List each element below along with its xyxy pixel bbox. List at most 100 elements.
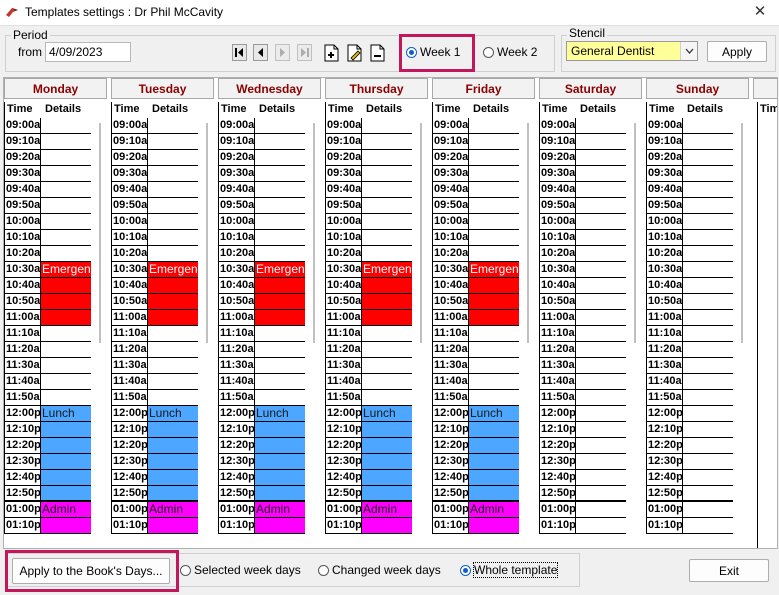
time-slot[interactable]: 12:20p	[647, 438, 733, 454]
time-slot[interactable]: 12:10p	[433, 422, 519, 438]
time-slot[interactable]: 10:50a	[540, 294, 626, 310]
time-slot[interactable]: 09:50a	[326, 198, 412, 214]
time-slot[interactable]: 09:40a	[219, 182, 305, 198]
time-slot[interactable]: 09:00a	[5, 118, 91, 134]
time-slot[interactable]: 10:30aEmergency	[112, 262, 198, 278]
first-week-button[interactable]	[232, 44, 247, 61]
time-slot[interactable]: 11:00a	[326, 310, 412, 326]
time-slot[interactable]: 10:40a	[326, 278, 412, 294]
time-slot[interactable]: 09:50a	[5, 198, 91, 214]
chevron-down-icon[interactable]	[680, 42, 697, 60]
time-slot[interactable]: 09:10a	[112, 134, 198, 150]
time-slot[interactable]: 11:50a	[219, 390, 305, 406]
time-slot[interactable]: 10:10a	[433, 230, 519, 246]
time-slot[interactable]: 09:00a	[112, 118, 198, 134]
time-slot[interactable]: 12:40p	[112, 470, 198, 486]
remove-template-button[interactable]	[368, 44, 386, 62]
close-icon[interactable]: ✕	[749, 2, 771, 22]
time-slot[interactable]: 10:20a	[326, 246, 412, 262]
time-slot[interactable]: 12:40p	[540, 470, 626, 486]
whole-template-radio[interactable]: Whole template	[460, 562, 559, 578]
time-slot[interactable]: 01:00p	[647, 502, 733, 518]
time-slot[interactable]: 11:20a	[5, 342, 91, 358]
time-slot[interactable]: 12:40p	[647, 470, 733, 486]
time-slot[interactable]: 11:00a	[5, 310, 91, 326]
time-slot[interactable]: 01:10p	[326, 518, 412, 534]
time-slot[interactable]: 11:00a	[647, 310, 733, 326]
time-slot[interactable]: 01:10p	[433, 518, 519, 534]
time-slot[interactable]: 12:20p	[326, 438, 412, 454]
time-slot[interactable]: 12:30p	[219, 454, 305, 470]
time-slot[interactable]: 12:30p	[433, 454, 519, 470]
time-slot[interactable]: 12:30p	[326, 454, 412, 470]
time-slot[interactable]: 09:10a	[326, 134, 412, 150]
time-slot[interactable]: 11:40a	[647, 374, 733, 390]
time-slot[interactable]: 01:10p	[540, 518, 626, 534]
time-slot[interactable]: 11:20a	[326, 342, 412, 358]
time-slot[interactable]: 11:20a	[647, 342, 733, 358]
next-week-button[interactable]	[275, 44, 290, 61]
column-scrollbar[interactable]	[99, 123, 101, 343]
day-header[interactable]: Friday	[432, 78, 535, 99]
selected-week-days-radio[interactable]: Selected week days	[180, 563, 301, 577]
column-scrollbar[interactable]	[420, 123, 422, 343]
time-slot[interactable]: 10:10a	[647, 230, 733, 246]
from-date-input[interactable]	[45, 42, 131, 62]
time-slot[interactable]: 09:30a	[5, 166, 91, 182]
time-slot[interactable]: 09:00a	[326, 118, 412, 134]
time-slot[interactable]: 11:10a	[433, 326, 519, 342]
time-slot[interactable]: 09:50a	[540, 198, 626, 214]
time-slot[interactable]: 10:00a	[326, 214, 412, 230]
time-slot[interactable]: 11:40a	[540, 374, 626, 390]
time-slot[interactable]: 09:50a	[219, 198, 305, 214]
time-slot[interactable]: 12:20p	[112, 438, 198, 454]
exit-button[interactable]: Exit	[689, 559, 769, 582]
time-slot[interactable]: 10:30aEmergency	[219, 262, 305, 278]
time-slot[interactable]: 11:50a	[326, 390, 412, 406]
time-slot[interactable]: 12:50p	[219, 486, 305, 502]
time-slot[interactable]: 12:00p Lunch	[219, 406, 305, 422]
time-slot[interactable]: 12:40p	[433, 470, 519, 486]
time-slot[interactable]: 09:10a	[219, 134, 305, 150]
time-slot[interactable]: 10:50a	[112, 294, 198, 310]
time-slot[interactable]: 09:40a	[326, 182, 412, 198]
time-slot[interactable]: 12:00p	[647, 406, 733, 422]
time-slot[interactable]: 09:20a	[647, 150, 733, 166]
time-slot[interactable]: 12:10p	[647, 422, 733, 438]
time-slot[interactable]: 11:00a	[112, 310, 198, 326]
time-slot[interactable]: 12:20p	[5, 438, 91, 454]
day-header[interactable]: Saturday	[539, 78, 642, 99]
time-slot[interactable]: 10:10a	[5, 230, 91, 246]
time-slot[interactable]: 09:40a	[540, 182, 626, 198]
time-slot[interactable]: 09:30a	[433, 166, 519, 182]
time-slot[interactable]: 01:00p Admin	[112, 502, 198, 518]
time-slot[interactable]: 11:50a	[647, 390, 733, 406]
time-slot[interactable]: 09:40a	[433, 182, 519, 198]
time-slot[interactable]: 01:00p Admin	[219, 502, 305, 518]
time-slot[interactable]: 10:00a	[112, 214, 198, 230]
column-scrollbar[interactable]	[527, 123, 529, 343]
time-slot[interactable]: 12:30p	[5, 454, 91, 470]
time-slot[interactable]: 09:50a	[647, 198, 733, 214]
time-slot[interactable]: 09:00a	[433, 118, 519, 134]
time-slot[interactable]: 09:30a	[219, 166, 305, 182]
time-slot[interactable]: 01:00p	[540, 502, 626, 518]
time-slot[interactable]: 09:00a	[647, 118, 733, 134]
time-slot[interactable]: 12:10p	[326, 422, 412, 438]
time-slot[interactable]: 10:50a	[647, 294, 733, 310]
time-slot[interactable]: 10:00a	[540, 214, 626, 230]
time-slot[interactable]: 01:00p Admin	[326, 502, 412, 518]
time-slot[interactable]: 10:30a	[540, 262, 626, 278]
time-slot[interactable]: 11:10a	[112, 326, 198, 342]
time-slot[interactable]: 10:20a	[112, 246, 198, 262]
time-slot[interactable]: 12:30p	[647, 454, 733, 470]
time-slot[interactable]: 11:10a	[540, 326, 626, 342]
time-slot[interactable]: 01:10p	[647, 518, 733, 534]
time-slot[interactable]: 09:20a	[5, 150, 91, 166]
time-slot[interactable]: 10:30aEmergency	[5, 262, 91, 278]
time-slot[interactable]: 12:40p	[326, 470, 412, 486]
day-header[interactable]: Thursday	[325, 78, 428, 99]
stencil-select[interactable]: General Dentist	[566, 41, 698, 61]
time-slot[interactable]: 01:00p Admin	[5, 502, 91, 518]
time-slot[interactable]: 10:40a	[219, 278, 305, 294]
